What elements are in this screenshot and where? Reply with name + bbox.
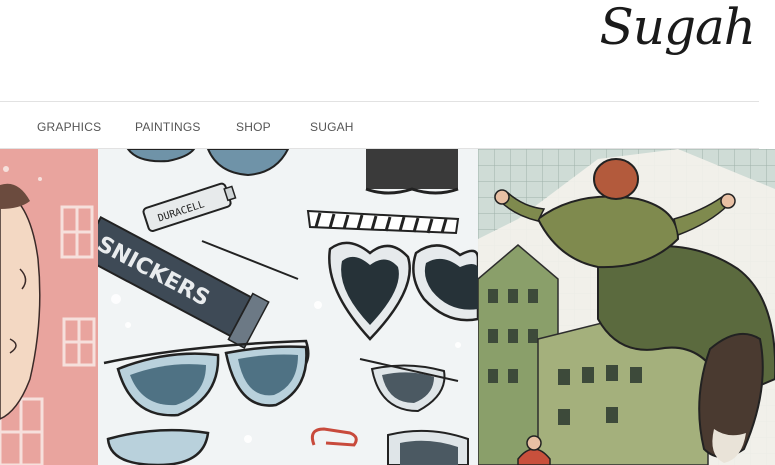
sunglasses-illustration: DURACELL SNICKERS xyxy=(98,149,478,465)
site-logo[interactable]: Sugah xyxy=(600,0,756,56)
nav-item-paintings[interactable]: PAINTINGS xyxy=(135,120,201,134)
portrait-illustration xyxy=(0,149,98,465)
gallery-item-sunglasses[interactable]: DURACELL SNICKERS xyxy=(98,149,478,465)
nav-item-sugah[interactable]: SUGAH xyxy=(310,120,354,134)
gallery-item-jumping-man[interactable] xyxy=(478,149,775,465)
nav-item-shop[interactable]: SHOP xyxy=(236,120,271,134)
jumping-man-illustration xyxy=(478,149,775,465)
gallery-item-portrait[interactable] xyxy=(0,149,98,465)
nav-item-graphics[interactable]: GRAPHICS xyxy=(37,120,101,134)
main-navigation: GRAPHICS PAINTINGS SHOP SUGAH xyxy=(0,101,759,149)
gallery-strip: DURACELL SNICKERS xyxy=(0,149,775,465)
header: Sugah xyxy=(0,0,775,100)
